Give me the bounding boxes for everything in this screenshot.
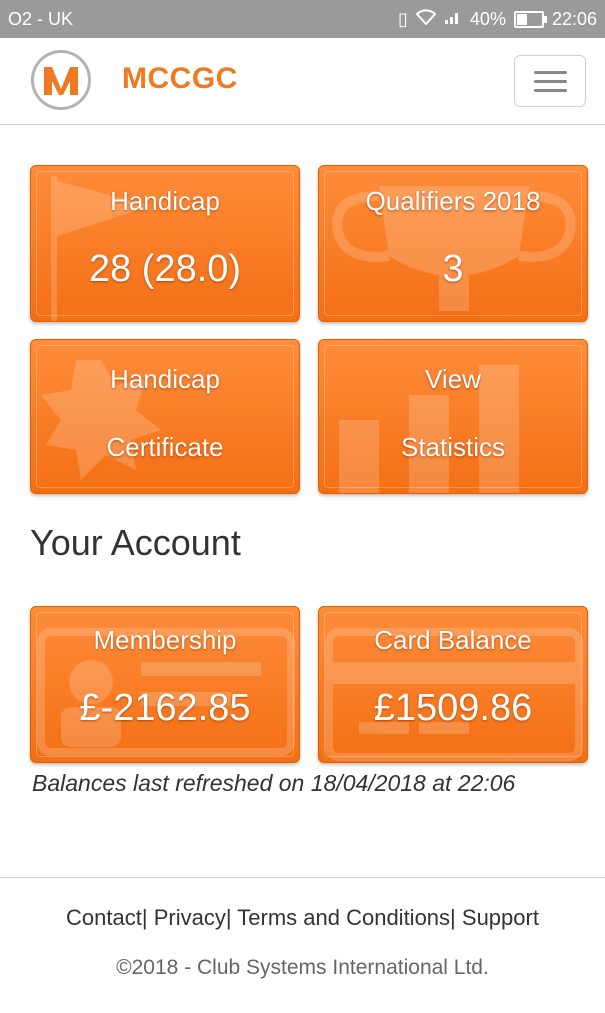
qualifiers-label: Qualifiers 2018 bbox=[365, 186, 541, 216]
card-balance-tile[interactable]: Card Balance £1509.86 bbox=[318, 606, 588, 763]
certificate-line2: Certificate bbox=[106, 432, 224, 462]
status-bar: O2 - UK ▯ 40% 22:06 bbox=[0, 0, 605, 38]
copyright-text: ©2018 - Club Systems International Ltd. bbox=[116, 956, 489, 979]
footer-link-terms[interactable]: Terms and Conditions bbox=[237, 905, 450, 930]
handicap-value: 28 (28.0) bbox=[88, 248, 242, 290]
navbar: MCCGC bbox=[0, 38, 605, 125]
statistics-line1: View bbox=[425, 364, 481, 394]
carrier-label: O2 - UK bbox=[8, 9, 74, 29]
membership-label: Membership bbox=[93, 625, 237, 655]
vibrate-icon: ▯ bbox=[398, 9, 408, 29]
separator: | bbox=[450, 905, 456, 930]
clock: 22:06 bbox=[551, 9, 597, 29]
hamburger-icon-bar bbox=[534, 89, 567, 92]
footer-link-privacy[interactable]: Privacy bbox=[154, 905, 226, 930]
card-balance-value: £1509.86 bbox=[373, 687, 533, 729]
view-statistics-tile[interactable]: View Statistics bbox=[318, 339, 588, 494]
membership-value: £-2162.85 bbox=[79, 687, 251, 729]
qualifiers-value: 3 bbox=[442, 248, 464, 290]
footer-divider bbox=[0, 877, 605, 878]
handicap-label: Handicap bbox=[110, 186, 220, 216]
battery-percent: 40% bbox=[469, 9, 506, 29]
hamburger-icon-bar bbox=[534, 80, 567, 83]
footer-link-contact[interactable]: Contact bbox=[66, 905, 142, 930]
statistics-line2: Statistics bbox=[400, 432, 506, 462]
footer-links: Contact| Privacy| Terms and Conditions| … bbox=[0, 905, 605, 931]
membership-tile[interactable]: Membership £-2162.85 bbox=[30, 606, 300, 763]
separator: | bbox=[225, 905, 232, 930]
handicap-tile[interactable]: Handicap 28 (28.0) bbox=[30, 165, 300, 322]
brand-name[interactable]: MCCGC bbox=[122, 62, 238, 96]
your-account-heading: Your Account bbox=[30, 522, 241, 563]
qualifiers-tile[interactable]: Qualifiers 2018 3 bbox=[318, 165, 588, 322]
signal-icon bbox=[444, 9, 462, 30]
battery-icon bbox=[513, 11, 547, 28]
separator: | bbox=[141, 905, 148, 930]
menu-toggle-button[interactable] bbox=[514, 55, 586, 107]
hamburger-icon bbox=[534, 71, 567, 74]
handicap-certificate-tile[interactable]: Handicap Certificate bbox=[30, 339, 300, 494]
certificate-line1: Handicap bbox=[110, 364, 220, 394]
balances-refreshed-text: Balances last refreshed on 18/04/2018 at… bbox=[32, 770, 516, 796]
card-balance-label: Card Balance bbox=[374, 625, 532, 655]
status-icons: ▯ 40% 22:06 bbox=[398, 9, 597, 30]
wifi-icon bbox=[415, 9, 437, 30]
club-logo[interactable] bbox=[31, 50, 91, 110]
footer-link-support[interactable]: Support bbox=[462, 905, 539, 930]
